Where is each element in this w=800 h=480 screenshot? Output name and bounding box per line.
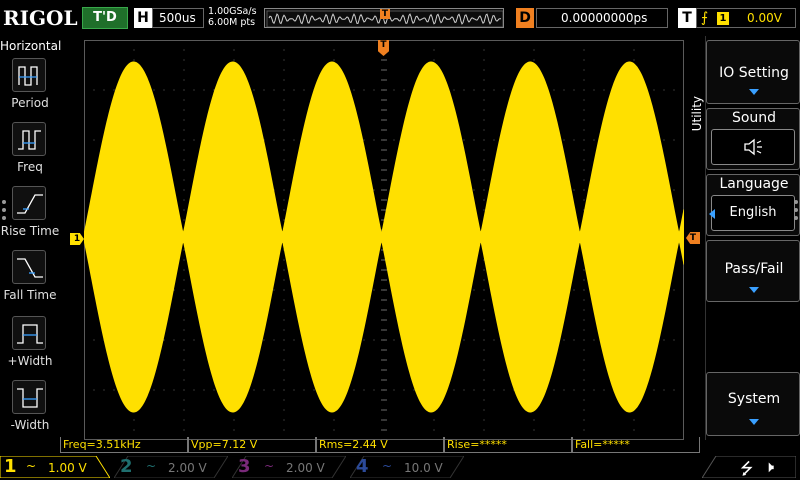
usb-icon: ⭍	[740, 459, 754, 478]
measurement-rise[interactable]: Rise=*****	[444, 437, 572, 453]
language-value-box: English	[711, 195, 795, 231]
language-chevron-left-icon	[709, 209, 715, 219]
measurement-fall[interactable]: Fall=*****	[572, 437, 700, 453]
sample-rate: 1.00GSa/s	[208, 6, 257, 17]
pass-fail-chevron-down-icon	[749, 287, 759, 293]
measurement-vpp[interactable]: Vpp=7.12 V	[188, 437, 316, 453]
run-state-badge[interactable]: T'D	[82, 7, 128, 29]
positive-width-icon	[12, 316, 46, 350]
channel-2-coupling: ~	[146, 459, 157, 473]
delay-value: 0.00000000ps	[561, 11, 648, 25]
io-setting-button[interactable]: IO Setting	[706, 40, 800, 104]
measure-fall-time-label: Fall Time	[3, 288, 57, 302]
measurement-results-bar: Freq=3.51kHz Vpp=7.12 V Rms=2.44 V Rise=…	[60, 437, 700, 453]
sound-label: Sound	[731, 110, 777, 126]
period-icon	[12, 58, 46, 92]
channel-4-tab[interactable]: 4 ~ 10.0 V	[350, 456, 464, 478]
channel-2-scale: 2.00 V	[168, 461, 207, 475]
utility-menu-tab: Utility	[688, 36, 706, 440]
measure-freq[interactable]: Freq	[0, 122, 60, 186]
speaker-icon	[711, 129, 795, 165]
pass-fail-button[interactable]: Pass/Fail	[706, 240, 800, 302]
channel-3-coupling: ~	[264, 459, 275, 473]
trigger-source: 1	[717, 12, 729, 25]
timebase-box[interactable]: 500us	[152, 8, 204, 28]
utility-menu: Utility IO Setting Sound Language Englis…	[688, 36, 800, 440]
memory-trigger-marker: T	[380, 9, 390, 19]
measure-rise-time-label: Rise Time	[0, 224, 60, 238]
negative-width-icon	[12, 380, 46, 414]
waveform-display[interactable]	[84, 40, 684, 440]
channel-2-number: 2	[120, 456, 133, 477]
measure-side-panel: Horizontal Period Freq Rise Time Fall Ti…	[0, 36, 62, 436]
measure-period-label: Period	[11, 96, 49, 110]
pass-fail-label: Pass/Fail	[724, 261, 784, 277]
rigol-logo: RIGOL	[3, 6, 78, 30]
channel-4-scale: 10.0 V	[404, 461, 443, 475]
measure-negative-width-label: -Width	[10, 418, 50, 432]
measure-negative-width[interactable]: -Width	[0, 380, 60, 444]
measure-period[interactable]: Period	[0, 58, 60, 122]
freq-icon	[12, 122, 46, 156]
channel-2-tab[interactable]: 2 ~ 2.00 V	[114, 456, 228, 478]
channel-4-coupling: ~	[382, 459, 393, 473]
measure-positive-width-label: +Width	[7, 354, 53, 368]
measure-positive-width[interactable]: +Width	[0, 316, 60, 380]
ch1-offset-marker[interactable]: 1	[70, 233, 84, 245]
channel-4-number: 4	[356, 456, 369, 477]
system-button[interactable]: System	[706, 372, 800, 436]
top-status-bar: RIGOL T'D H 500us 1.00GSa/s 6.00M pts T …	[0, 0, 800, 36]
io-setting-chevron-down-icon	[749, 89, 759, 95]
rise-time-icon	[12, 186, 46, 220]
utility-menu-tab-label: Utility	[690, 96, 704, 132]
trigger-box[interactable]: ⨍ 1 0.00V	[696, 8, 796, 28]
channel-1-scale: 1.00 V	[48, 461, 87, 475]
language-button[interactable]: Language English	[706, 174, 800, 236]
speaker-icon: 🕨	[764, 457, 775, 476]
channel-3-tab[interactable]: 3 ~ 2.00 V	[232, 456, 346, 478]
trigger-level: 0.00V	[747, 11, 782, 25]
io-setting-label: IO Setting	[719, 65, 789, 81]
waveform-grid	[84, 40, 684, 440]
fall-time-icon	[12, 250, 46, 284]
channel-3-number: 3	[238, 456, 251, 477]
memory-position-bar[interactable]: T	[264, 8, 504, 28]
system-chevron-down-icon	[749, 419, 759, 425]
channel-1-coupling: ~	[26, 459, 37, 473]
rising-edge-icon: ⨍	[701, 10, 709, 26]
channel-1-tab[interactable]: 1 ~ 1.00 V	[0, 456, 110, 478]
right-page-dots	[794, 196, 800, 224]
measurement-rms[interactable]: Rms=2.44 V	[316, 437, 444, 453]
delay-label: D	[516, 8, 534, 28]
measure-rise-time[interactable]: Rise Time	[0, 186, 60, 250]
panel-title: Horizontal	[0, 39, 62, 53]
horizontal-label: H	[134, 8, 152, 28]
language-label: Language	[719, 176, 789, 192]
measure-freq-label: Freq	[17, 160, 43, 174]
measurement-freq[interactable]: Freq=3.51kHz	[60, 437, 188, 453]
memory-depth: 6.00M pts	[208, 17, 256, 28]
channel-1-number: 1	[4, 456, 17, 477]
left-page-dots	[2, 196, 8, 224]
trigger-label: T	[678, 8, 696, 28]
channel-3-scale: 2.00 V	[286, 461, 325, 475]
language-value: English	[729, 205, 777, 220]
delay-box[interactable]: 0.00000000ps	[536, 8, 668, 28]
sound-button[interactable]: Sound	[706, 108, 800, 170]
channel-status-bar: 1 ~ 1.00 V 2 ~ 2.00 V 3 ~ 2.00 V 4 ~ 10.…	[0, 454, 800, 480]
timebase-value: 500us	[159, 11, 196, 25]
system-label: System	[727, 391, 781, 407]
measure-fall-time[interactable]: Fall Time	[0, 250, 60, 314]
